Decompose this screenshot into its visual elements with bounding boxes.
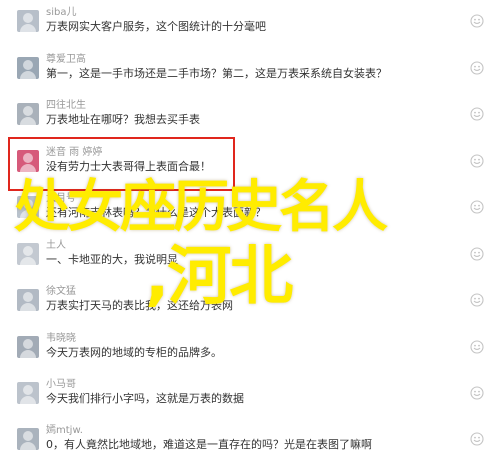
comment-item: siba儿万表网实大客户服务，这个图统计的十分毫吧 [0, 0, 500, 51]
comment-item: 韦晓晓今天万表网的地域的专柜的品牌多。 [0, 326, 500, 377]
emoji-smile-icon[interactable] [470, 154, 484, 168]
avatar[interactable] [17, 428, 39, 450]
emoji-smile-icon[interactable] [470, 107, 484, 121]
avatar[interactable] [17, 57, 39, 79]
emoji-smile-icon[interactable] [470, 247, 484, 261]
emoji-smile-icon[interactable] [470, 14, 484, 28]
comment-item: 小马哥今天我们排行小字吗，这就是万表的数据 [0, 372, 500, 423]
avatar[interactable] [17, 196, 39, 218]
comment-text: 还有河南吉林表吗？为什么是这个大表面新？ [46, 206, 266, 219]
comment-text: 万表网实大客户服务，这个图统计的十分毫吧 [46, 20, 266, 33]
comment-author[interactable]: 迷音 雨 婷婷 [46, 143, 102, 158]
avatar[interactable] [17, 289, 39, 311]
emoji-smile-icon[interactable] [470, 200, 484, 214]
comment-text: 第一，这是一手市场还是二手市场？第二，这是万表采系统自女装表？ [46, 67, 387, 80]
avatar[interactable] [17, 243, 39, 265]
comment-item: 犬月号还有河南吉林表吗？为什么是这个大表面新？ [0, 186, 500, 237]
emoji-smile-icon[interactable] [470, 293, 484, 307]
comment-item: 四往北生万表地址在哪呀？我想去买手表 [0, 93, 500, 144]
comment-author[interactable]: 四往北生 [46, 96, 86, 111]
comment-author[interactable]: 韦晓晓 [46, 329, 76, 344]
comment-item: 徐文猛万表实打天马的表比我，这还给万表网 [0, 279, 500, 330]
comment-item: 嫣mtjw. 0，有人竟然比地域地，难道这是一直存在的吗？光是在表图了嘛啊 [0, 418, 500, 469]
avatar[interactable] [17, 382, 39, 404]
comment-author[interactable]: 土人 [46, 236, 66, 251]
avatar[interactable] [17, 10, 39, 32]
comment-author[interactable]: 小马哥 [46, 375, 76, 390]
comment-text: 0，有人竟然比地域地，难道这是一直存在的吗？光是在表图了嘛啊 [46, 438, 372, 451]
emoji-smile-icon[interactable] [470, 340, 484, 354]
comment-item: 迷音 雨 婷婷没有劳力士大表哥得上表面合最！ [0, 140, 500, 191]
emoji-smile-icon[interactable] [470, 61, 484, 75]
comment-item: 土人一、卡地亚的大，我说明显 [0, 233, 500, 284]
avatar[interactable] [17, 336, 39, 358]
comment-author[interactable]: 嫣mtjw. [46, 421, 83, 436]
comment-author[interactable]: 尊爱卫高 [46, 50, 86, 65]
comment-text: 没有劳力士大表哥得上表面合最！ [46, 160, 211, 173]
avatar[interactable] [17, 150, 39, 172]
comment-author[interactable]: 犬月号 [46, 189, 76, 204]
avatar[interactable] [17, 103, 39, 125]
comment-text: 万表实打天马的表比我，这还给万表网 [46, 299, 233, 312]
emoji-smile-icon[interactable] [470, 432, 484, 446]
comment-text: 万表地址在哪呀？我想去买手表 [46, 113, 200, 126]
comment-text: 今天我们排行小字吗，这就是万表的数据 [46, 392, 244, 405]
emoji-smile-icon[interactable] [470, 386, 484, 400]
comment-author[interactable]: 徐文猛 [46, 282, 76, 297]
comment-author[interactable]: siba儿 [46, 3, 76, 18]
comment-item: 尊爱卫高第一，这是一手市场还是二手市场？第二，这是万表采系统自女装表？ [0, 47, 500, 98]
comment-text: 一、卡地亚的大，我说明显 [46, 253, 178, 266]
comment-text: 今天万表网的地域的专柜的品牌多。 [46, 346, 222, 359]
